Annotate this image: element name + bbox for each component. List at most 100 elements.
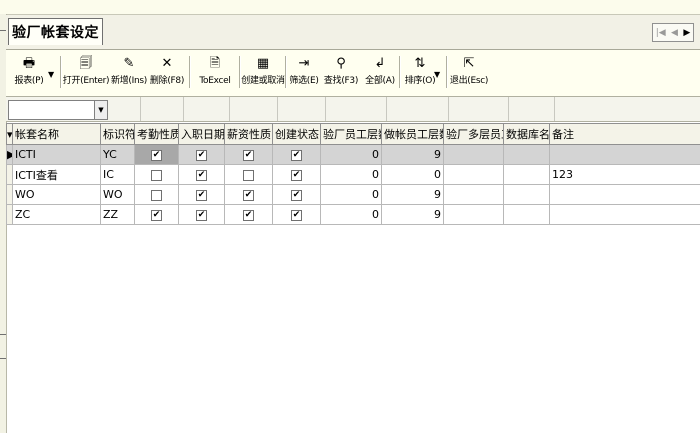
col-header-audit-levels[interactable]: 验厂员工层数 xyxy=(320,123,382,145)
open-icon: 🗐 xyxy=(79,56,93,71)
first-icon[interactable]: |◀ xyxy=(656,28,666,38)
cell-remark[interactable] xyxy=(549,204,700,225)
cell-acct-levels[interactable]: 0 xyxy=(381,164,444,185)
col-header-hire-date[interactable]: 入职日期 xyxy=(178,123,225,145)
cell-salary xyxy=(224,164,273,185)
checkbox[interactable]: ✔ xyxy=(291,149,302,161)
cell-db[interactable] xyxy=(503,184,550,205)
checkbox[interactable]: ✔ xyxy=(243,189,254,201)
table-row[interactable]: ICTI查看 IC ✔ ✔ 0 0 123 xyxy=(6,164,700,185)
checkbox[interactable]: ✔ xyxy=(151,149,162,161)
checkbox[interactable]: ✔ xyxy=(196,209,207,221)
tab-navigation[interactable]: |◀ ◀ ▶ xyxy=(652,23,694,42)
checkbox[interactable]: ✔ xyxy=(243,149,254,161)
cell-salary: ✔ xyxy=(224,204,273,225)
filter-cell xyxy=(508,97,509,121)
cell-audit-levels[interactable]: 0 xyxy=(320,164,382,185)
report-dropdown-icon[interactable]: ▼ xyxy=(48,70,54,79)
checkbox[interactable]: ✔ xyxy=(291,169,302,181)
cell-audit-levels[interactable]: 0 xyxy=(320,184,382,205)
cell-remark[interactable]: 123 xyxy=(549,164,700,185)
col-header-multi[interactable]: 验厂多层员工 xyxy=(443,123,504,145)
sort-label: 排序(O) xyxy=(404,76,436,86)
cell-hire-date: ✔ xyxy=(178,164,225,185)
col-header-remark[interactable]: 备注 xyxy=(549,123,700,145)
toexcel-button[interactable]: 🗎 ToExcel xyxy=(192,54,238,94)
toolbar-separator xyxy=(189,56,191,88)
cell-multi[interactable] xyxy=(443,164,504,185)
cell-code[interactable]: YC xyxy=(100,144,135,165)
cell-hire-date: ✔ xyxy=(178,184,225,205)
chevron-down-icon[interactable]: ▼ xyxy=(94,101,107,119)
all-label: 全部(A) xyxy=(365,76,395,86)
add-button[interactable]: ✎ 新增(Ins) xyxy=(110,54,148,94)
checkbox[interactable] xyxy=(243,169,254,181)
sort-dropdown-icon[interactable]: ▼ xyxy=(434,70,440,79)
col-header-name[interactable]: 帐套名称 xyxy=(12,123,101,145)
filter-combo[interactable]: ▼ xyxy=(8,100,108,120)
tab-account-setup[interactable]: 验厂帐套设定 xyxy=(8,18,103,45)
cell-acct-levels[interactable]: 9 xyxy=(381,184,444,205)
cell-name[interactable]: WO xyxy=(12,184,101,205)
filter-cell xyxy=(554,97,555,121)
cell-remark[interactable] xyxy=(549,144,700,165)
report-button[interactable]: 🖶 报表(P) xyxy=(12,54,46,94)
col-header-db[interactable]: 数据库名 xyxy=(503,123,550,145)
find-button[interactable]: ⚲ 查找(F3) xyxy=(321,54,361,94)
col-header-code[interactable]: 标识符 xyxy=(100,123,135,145)
table-row[interactable]: ▶ICTIYC✔✔✔✔09 xyxy=(6,144,700,165)
add-label: 新增(Ins) xyxy=(111,76,147,86)
delete-button[interactable]: ✕ 删除(F8) xyxy=(148,54,186,94)
cell-attendance xyxy=(134,164,179,185)
cell-multi[interactable] xyxy=(443,204,504,225)
next-icon[interactable]: ▶ xyxy=(683,28,690,38)
filter-button[interactable]: ⇥ 筛选(E) xyxy=(287,54,321,94)
filter-cell xyxy=(277,97,278,121)
col-header-attendance[interactable]: 考勤性质 xyxy=(134,123,179,145)
prev-icon[interactable]: ◀ xyxy=(671,28,678,38)
cell-db[interactable] xyxy=(503,164,550,185)
cell-acct-levels[interactable]: 9 xyxy=(381,204,444,225)
cell-db[interactable] xyxy=(503,204,550,225)
cell-name[interactable]: ICTI xyxy=(12,144,101,165)
cell-audit-levels[interactable]: 0 xyxy=(320,204,382,225)
checkbox[interactable]: ✔ xyxy=(243,209,254,221)
open-button[interactable]: 🗐 打开(Enter) xyxy=(62,54,110,94)
table-row[interactable]: WO WO ✔ ✔ ✔ 0 9 xyxy=(6,184,700,205)
checkbox[interactable]: ✔ xyxy=(196,149,207,161)
all-button[interactable]: ↲ 全部(A) xyxy=(362,54,398,94)
table-row[interactable]: ZC ZZ ✔ ✔ ✔ ✔ 0 9 xyxy=(6,204,700,225)
col-header-created[interactable]: 创建状态 xyxy=(272,123,321,145)
cell-acct-levels[interactable]: 9 xyxy=(381,144,444,165)
printer-icon: 🖶 xyxy=(22,56,36,71)
checkbox[interactable]: ✔ xyxy=(196,169,207,181)
checkbox[interactable]: ✔ xyxy=(151,209,162,221)
open-label: 打开(Enter) xyxy=(62,76,110,86)
create-cancel-button[interactable]: ▦ 创建或取消 xyxy=(241,54,285,94)
checkbox[interactable]: ✔ xyxy=(196,189,207,201)
cell-code[interactable]: IC xyxy=(100,164,135,185)
cell-multi[interactable] xyxy=(443,184,504,205)
cell-created: ✔ xyxy=(272,144,321,165)
col-header-salary[interactable]: 薪资性质 xyxy=(224,123,273,145)
checkbox[interactable] xyxy=(151,189,162,201)
checkbox[interactable]: ✔ xyxy=(291,209,302,221)
cell-remark[interactable] xyxy=(549,184,700,205)
col-header-acct-levels[interactable]: 做帐员工层数 xyxy=(381,123,444,145)
cell-name[interactable]: ZC xyxy=(12,204,101,225)
checkbox[interactable] xyxy=(151,169,162,181)
sort-button[interactable]: ⇅ 排序(O) xyxy=(402,54,438,94)
cell-name[interactable]: ICTI查看 xyxy=(12,164,101,185)
checkbox[interactable]: ✔ xyxy=(291,189,302,201)
cell-code[interactable]: WO xyxy=(100,184,135,205)
filter-icon: ⇥ xyxy=(298,56,310,71)
cell-audit-levels[interactable]: 0 xyxy=(320,144,382,165)
cell-db[interactable] xyxy=(503,144,550,165)
toolbar-separator xyxy=(60,56,62,88)
filter-row: ▼ xyxy=(6,97,700,122)
exit-button[interactable]: ⇱ 退出(Esc) xyxy=(449,54,489,94)
toolbar-separator xyxy=(446,56,448,88)
sort-icon: ⇅ xyxy=(414,56,426,71)
cell-code[interactable]: ZZ xyxy=(100,204,135,225)
cell-multi[interactable] xyxy=(443,144,504,165)
